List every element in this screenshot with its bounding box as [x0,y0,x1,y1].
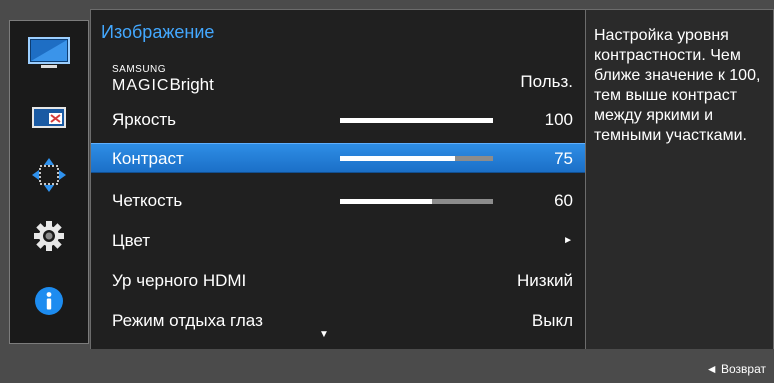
hdmi-black-level-value: Низкий [517,271,573,290]
settings-gear-icon [34,221,64,251]
onscreen-display-category-button[interactable] [10,98,88,138]
bright-wordmark: Bright [169,75,214,94]
sharpness-slider-fill [340,199,432,204]
information-icon [35,287,63,315]
brightness-value: 100 [544,110,573,129]
picture-category-button[interactable] [10,34,88,74]
category-sidebar [9,20,89,344]
return-button[interactable]: ◄ Возврат [706,362,766,376]
system-category-button[interactable] [10,216,88,256]
samsung-wordmark: SAMSUNG [112,64,167,75]
magic-bright-label: SAMSUNG MAGICBright [112,65,214,95]
contrast-value: 75 [554,149,573,168]
menu-item-magic-bright[interactable]: SAMSUNG MAGICBright Польз. [91,62,585,95]
brightness-slider-fill [340,118,493,123]
position-icon [32,158,66,192]
menu-item-eye-saver-mode[interactable]: Режим отдыха глаз Выкл [91,306,585,336]
scroll-down-icon[interactable]: ▼ [319,329,329,340]
menu-item-color[interactable]: Цвет ► [91,226,585,256]
magic-bright-value: Польз. [520,72,573,91]
monitor-icon [28,37,70,68]
color-label: Цвет [112,231,151,250]
brightness-slider[interactable] [340,118,493,123]
hdmi-black-level-label: Ур черного HDMI [112,271,247,290]
submenu-arrow-icon: ► [563,235,573,246]
menu-item-contrast[interactable]: Контраст 75 [91,143,585,173]
eye-saver-mode-label: Режим отдыха глаз [112,311,263,330]
sharpness-slider[interactable] [340,199,493,204]
contrast-slider[interactable] [340,156,493,161]
sharpness-value: 60 [554,191,573,210]
eye-saver-mode-value: Выкл [531,311,573,330]
menu-item-brightness[interactable]: Яркость 100 [91,105,585,135]
monitor-osd: Изображение SAMSUNG MAGICBright Польз. Я… [0,0,774,383]
contrast-label: Контраст [112,149,184,168]
magic-wordmark: MAGIC [112,77,170,94]
picture-menu-panel: Изображение SAMSUNG MAGICBright Польз. Я… [90,9,586,349]
information-category-button[interactable] [10,281,88,321]
picture-size-icon [32,107,66,128]
help-text: Настройка уровня контрастности. Чем ближ… [594,27,761,144]
contrast-slider-fill [340,156,455,161]
panel-title: Изображение [101,22,215,42]
menu-item-sharpness[interactable]: Четкость 60 [91,186,585,216]
help-panel: Настройка уровня контрастности. Чем ближ… [586,9,774,349]
brightness-label: Яркость [112,110,176,129]
position-category-button[interactable] [10,155,88,195]
menu-item-hdmi-black-level[interactable]: Ур черного HDMI Низкий [91,266,585,296]
sharpness-label: Четкость [112,191,183,210]
